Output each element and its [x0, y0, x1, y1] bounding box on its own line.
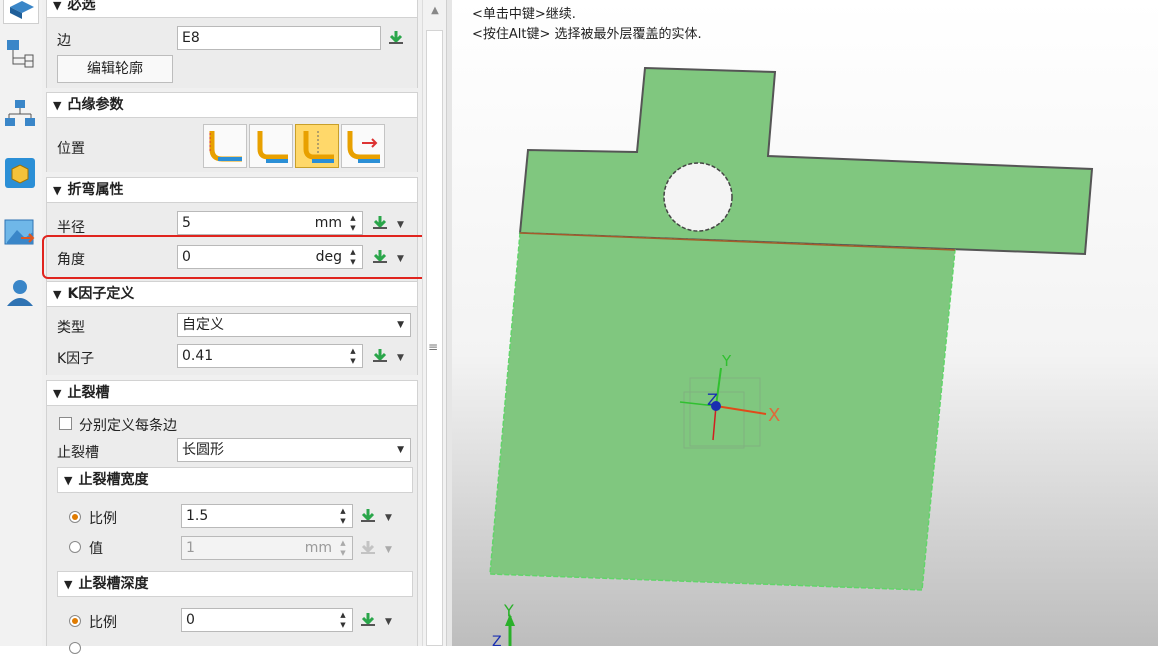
position-option-3[interactable] [295, 124, 339, 168]
section-kfactor-header[interactable]: ▼ K因子定义 [46, 281, 418, 307]
spinner-icon[interactable]: ▲ ▼ [338, 610, 348, 630]
collapse-triangle-icon: ▼ [53, 288, 62, 301]
bend-tangent-icon [303, 131, 334, 163]
download-arrow-icon[interactable] [387, 29, 405, 47]
scroll-up-icon[interactable]: ▲ [423, 0, 447, 22]
depth-ratio-input[interactable]: 0 ▲ ▼ [181, 608, 353, 632]
radius-input[interactable]: 5 mm ▲ ▼ [177, 211, 363, 235]
position-option-2[interactable] [249, 124, 293, 168]
image-icon[interactable] [3, 216, 37, 250]
type-label: 类型 [57, 320, 85, 336]
spinner-icon[interactable]: ▲ ▼ [348, 213, 358, 233]
angle-highlight-box [42, 235, 432, 279]
position-label: 位置 [57, 141, 85, 157]
collapse-triangle-icon: ▼ [53, 99, 62, 112]
bend-inner-icon [209, 131, 242, 162]
download-arrow-icon[interactable] [359, 611, 377, 629]
corner-axis-y-label: Y [503, 601, 514, 620]
download-arrow-icon [361, 541, 375, 554]
download-arrow-icon[interactable] [371, 214, 389, 232]
section-kfactor-body: 类型 自定义 ▼ K因子 0.41 ▲ ▼ ▼ [46, 307, 418, 375]
kfactor-label: K因子 [57, 351, 95, 367]
box-icon[interactable] [3, 156, 37, 190]
width-ratio-label: 比例 [89, 511, 117, 527]
collapse-triangle-icon: ▼ [53, 387, 62, 400]
section-bend-header[interactable]: ▼ 折弯属性 [46, 177, 418, 203]
width-value-label: 值 [89, 541, 103, 557]
position-option-4[interactable] [341, 124, 385, 168]
download-arrow-icon[interactable] [359, 507, 377, 525]
scrollbar-thumb[interactable] [426, 30, 443, 646]
chevron-down-icon: ▼ [397, 445, 404, 455]
tab-strip [0, 0, 43, 646]
dropdown-arrow-icon[interactable]: ▼ [397, 353, 404, 363]
hole [663, 162, 733, 232]
section-flange-body: 位置 [46, 118, 418, 172]
edit-profile-button[interactable]: 编辑轮廓 [57, 55, 173, 83]
kfactor-input[interactable]: 0.41 ▲ ▼ [177, 344, 363, 368]
property-panel: ▼ 必选 边 E8 编辑轮廓 ▼ 凸缘参数 位置 ▼ 折弯属性 半径 5 mm ▲ ▼ … [42, 0, 422, 654]
assembly-tree-icon[interactable] [3, 36, 37, 70]
relief-type-select[interactable]: 长圆形 ▼ [177, 438, 411, 462]
depth-value-radio[interactable] [69, 642, 81, 654]
width-value-input[interactable]: 1 mm ▲ ▼ [181, 536, 353, 560]
top-flange [518, 66, 1094, 256]
section-required-header[interactable]: ▼ 必选 [46, 0, 418, 18]
depth-ratio-radio[interactable] [69, 615, 81, 627]
dropdown-arrow-icon[interactable]: ▼ [385, 617, 392, 627]
dropdown-arrow-icon: ▼ [385, 545, 392, 555]
dropdown-arrow-icon[interactable]: ▼ [385, 513, 392, 523]
bend-outer-icon [257, 131, 288, 163]
panel-scrollbar[interactable]: ▲ [422, 0, 447, 646]
type-select[interactable]: 自定义 ▼ [177, 313, 411, 337]
spinner-icon[interactable]: ▲ ▼ [348, 346, 358, 366]
spinner-icon[interactable]: ▲ ▼ [338, 506, 348, 526]
edge-input[interactable]: E8 [177, 26, 381, 50]
collapse-triangle-icon: ▼ [53, 184, 62, 197]
axis-z-label: Z [707, 390, 718, 409]
dropdown-arrow-icon[interactable]: ▼ [397, 220, 404, 230]
bend-offset-icon [347, 131, 380, 163]
collapse-triangle-icon: ▼ [64, 474, 73, 487]
depth-ratio-label: 比例 [89, 615, 117, 631]
axis-y-label: Y [721, 352, 732, 370]
per-edge-checkbox[interactable] [59, 417, 72, 430]
position-option-1[interactable] [203, 124, 247, 168]
part-icon[interactable] [3, 0, 39, 24]
user-icon[interactable] [3, 276, 37, 310]
section-required-body: 边 E8 编辑轮廓 [46, 18, 418, 88]
download-arrow-icon[interactable] [371, 347, 389, 365]
chevron-down-icon: ▼ [397, 320, 404, 330]
section-flange-header[interactable]: ▼ 凸缘参数 [46, 92, 418, 118]
corner-axis-z-label: Z [492, 634, 502, 646]
relief-type-label: 止裂槽 [57, 445, 99, 461]
subsection-depth-header[interactable]: ▼ 止裂槽深度 [57, 571, 413, 597]
new-flange-face [489, 232, 956, 591]
edge-label: 边 [57, 33, 71, 49]
model-canvas[interactable]: X Y Z Y Z [452, 0, 1158, 646]
hierarchy-icon[interactable] [3, 96, 37, 130]
width-ratio-input[interactable]: 1.5 ▲ ▼ [181, 504, 353, 528]
collapse-triangle-icon: ▼ [64, 578, 73, 591]
splitter-grip-icon[interactable]: ≡ [428, 340, 438, 354]
axis-x-label: X [768, 405, 780, 426]
radius-label: 半径 [57, 220, 85, 236]
spinner-icon[interactable]: ▲ ▼ [338, 538, 348, 558]
width-value-radio[interactable] [69, 541, 81, 553]
per-edge-label: 分别定义每条边 [79, 418, 177, 434]
section-relief-body: 分别定义每条边 止裂槽 长圆形 ▼ ▼ 止裂槽宽度 比例 1.5 ▲ ▼ ▼ 值 1… [46, 406, 418, 654]
subsection-width-header[interactable]: ▼ 止裂槽宽度 [57, 467, 413, 493]
section-relief-header[interactable]: ▼ 止裂槽 [46, 380, 418, 406]
width-ratio-radio[interactable] [69, 511, 81, 523]
collapse-triangle-icon: ▼ [53, 0, 62, 12]
